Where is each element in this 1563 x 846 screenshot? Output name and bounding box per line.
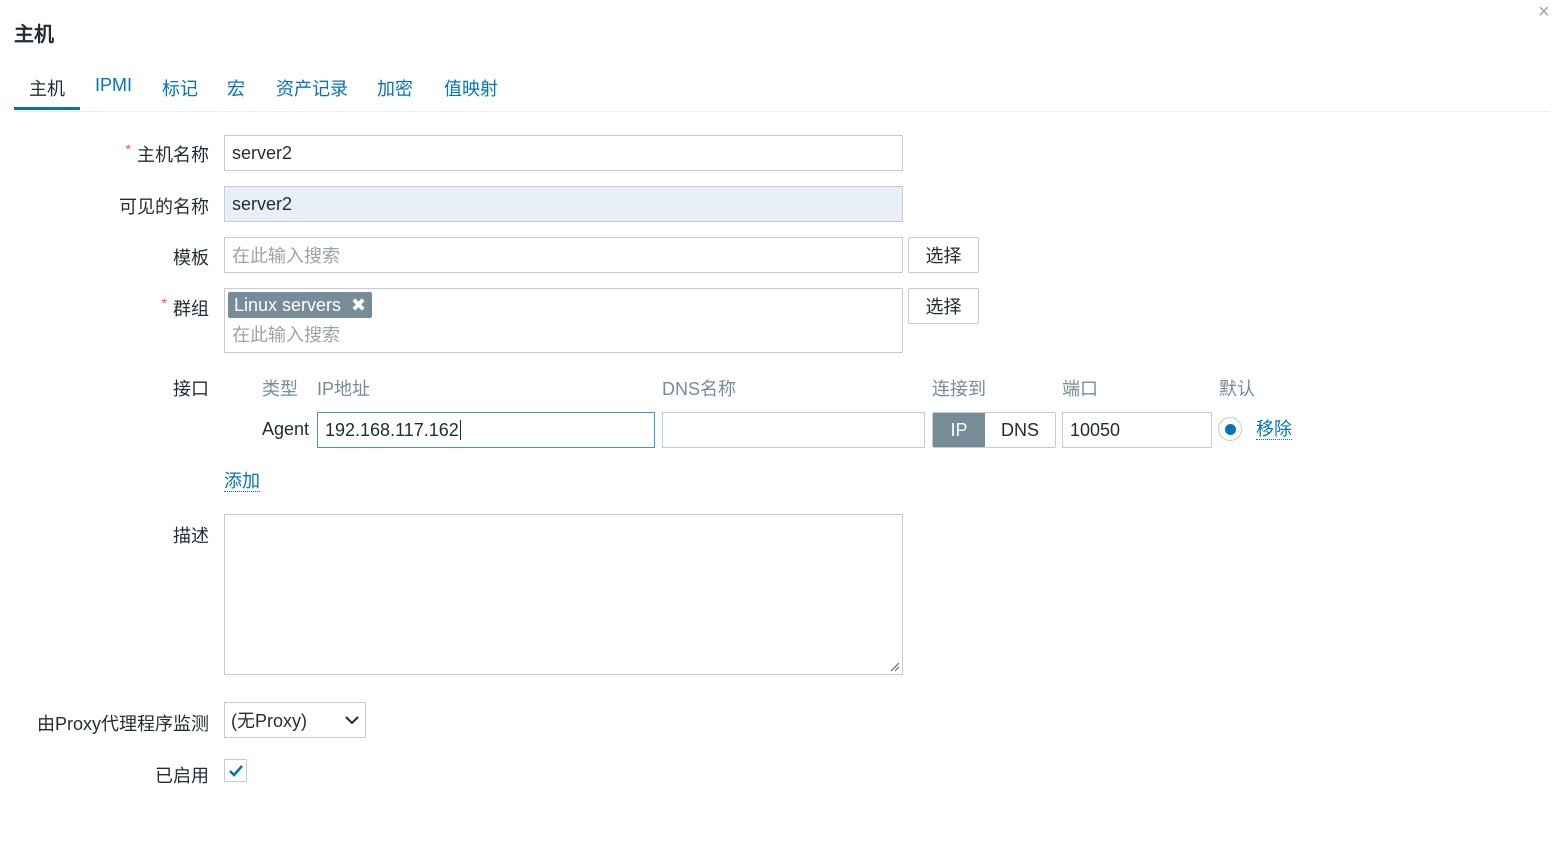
host-name-input[interactable]: server2 <box>224 135 903 171</box>
enabled-label: 已启用 <box>155 766 209 786</box>
tab-tags[interactable]: 标记 <box>162 75 198 101</box>
iface-header-default: 默认 <box>1219 379 1255 399</box>
dialog-title: 主机 <box>14 24 54 46</box>
groups-label: * 群组 <box>161 295 209 319</box>
visible-name-label: 可见的名称 <box>119 197 209 217</box>
templates-select-button[interactable]: 选择 <box>908 237 979 273</box>
connect-to-toggle: IP DNS <box>932 412 1056 448</box>
connect-dns-option[interactable]: DNS <box>985 413 1055 447</box>
proxy-select[interactable]: (无Proxy) <box>224 702 366 738</box>
iface-dns-input[interactable] <box>662 412 925 448</box>
required-marker: * <box>125 141 131 157</box>
groups-select-button[interactable]: 选择 <box>908 288 979 324</box>
remove-interface-link[interactable]: 移除 <box>1256 419 1292 440</box>
tab-encryption[interactable]: 加密 <box>377 75 413 101</box>
required-marker: * <box>161 295 167 311</box>
enabled-checkbox[interactable] <box>224 759 247 782</box>
iface-header-connect-to: 连接到 <box>932 379 986 399</box>
tab-ipmi[interactable]: IPMI <box>95 75 132 96</box>
iface-header-ip: IP地址 <box>317 379 371 399</box>
tab-inventory[interactable]: 资产记录 <box>276 75 348 101</box>
interfaces-label: 接口 <box>173 379 209 399</box>
chevron-down-icon <box>345 716 359 725</box>
proxy-selected-value: (无Proxy) <box>231 711 307 731</box>
proxy-label: 由Proxy代理程序监测 <box>36 714 209 734</box>
groups-placeholder: 在此输入搜索 <box>232 325 340 345</box>
templates-search-input[interactable]: 在此输入搜索 <box>224 237 903 273</box>
host-name-label: * 主机名称 <box>125 141 209 165</box>
tab-value-mapping[interactable]: 值映射 <box>444 75 498 101</box>
description-textarea[interactable] <box>224 514 903 675</box>
tab-macros[interactable]: 宏 <box>227 75 245 101</box>
iface-type: Agent <box>262 419 310 439</box>
iface-port-input[interactable]: 10050 <box>1062 412 1212 448</box>
tab-host[interactable]: 主机 <box>29 75 65 101</box>
iface-ip-input[interactable]: 192.168.117.162 <box>317 412 655 448</box>
templates-placeholder: 在此输入搜索 <box>232 246 340 266</box>
checkmark-icon <box>228 764 243 777</box>
close-icon[interactable]: × <box>1538 2 1550 22</box>
resize-grip-icon[interactable] <box>890 662 900 672</box>
connect-ip-option[interactable]: IP <box>933 413 985 447</box>
default-interface-radio[interactable] <box>1218 417 1242 441</box>
description-label: 描述 <box>173 526 209 546</box>
templates-label: 模板 <box>173 248 209 268</box>
iface-header-dns: DNS名称 <box>662 379 737 399</box>
iface-header-type: 类型 <box>262 379 298 399</box>
visible-name-input[interactable]: server2 <box>224 186 903 222</box>
add-interface-link[interactable]: 添加 <box>224 471 260 492</box>
tab-bar: 主机 IPMI 标记 宏 资产记录 加密 值映射 <box>14 72 1550 112</box>
group-tag-label: Linux servers <box>234 294 342 315</box>
group-tag: Linux servers ✖ <box>228 292 373 318</box>
iface-header-port: 端口 <box>1062 379 1098 399</box>
active-tab-indicator <box>14 107 80 110</box>
remove-tag-icon[interactable]: ✖ <box>351 295 366 316</box>
